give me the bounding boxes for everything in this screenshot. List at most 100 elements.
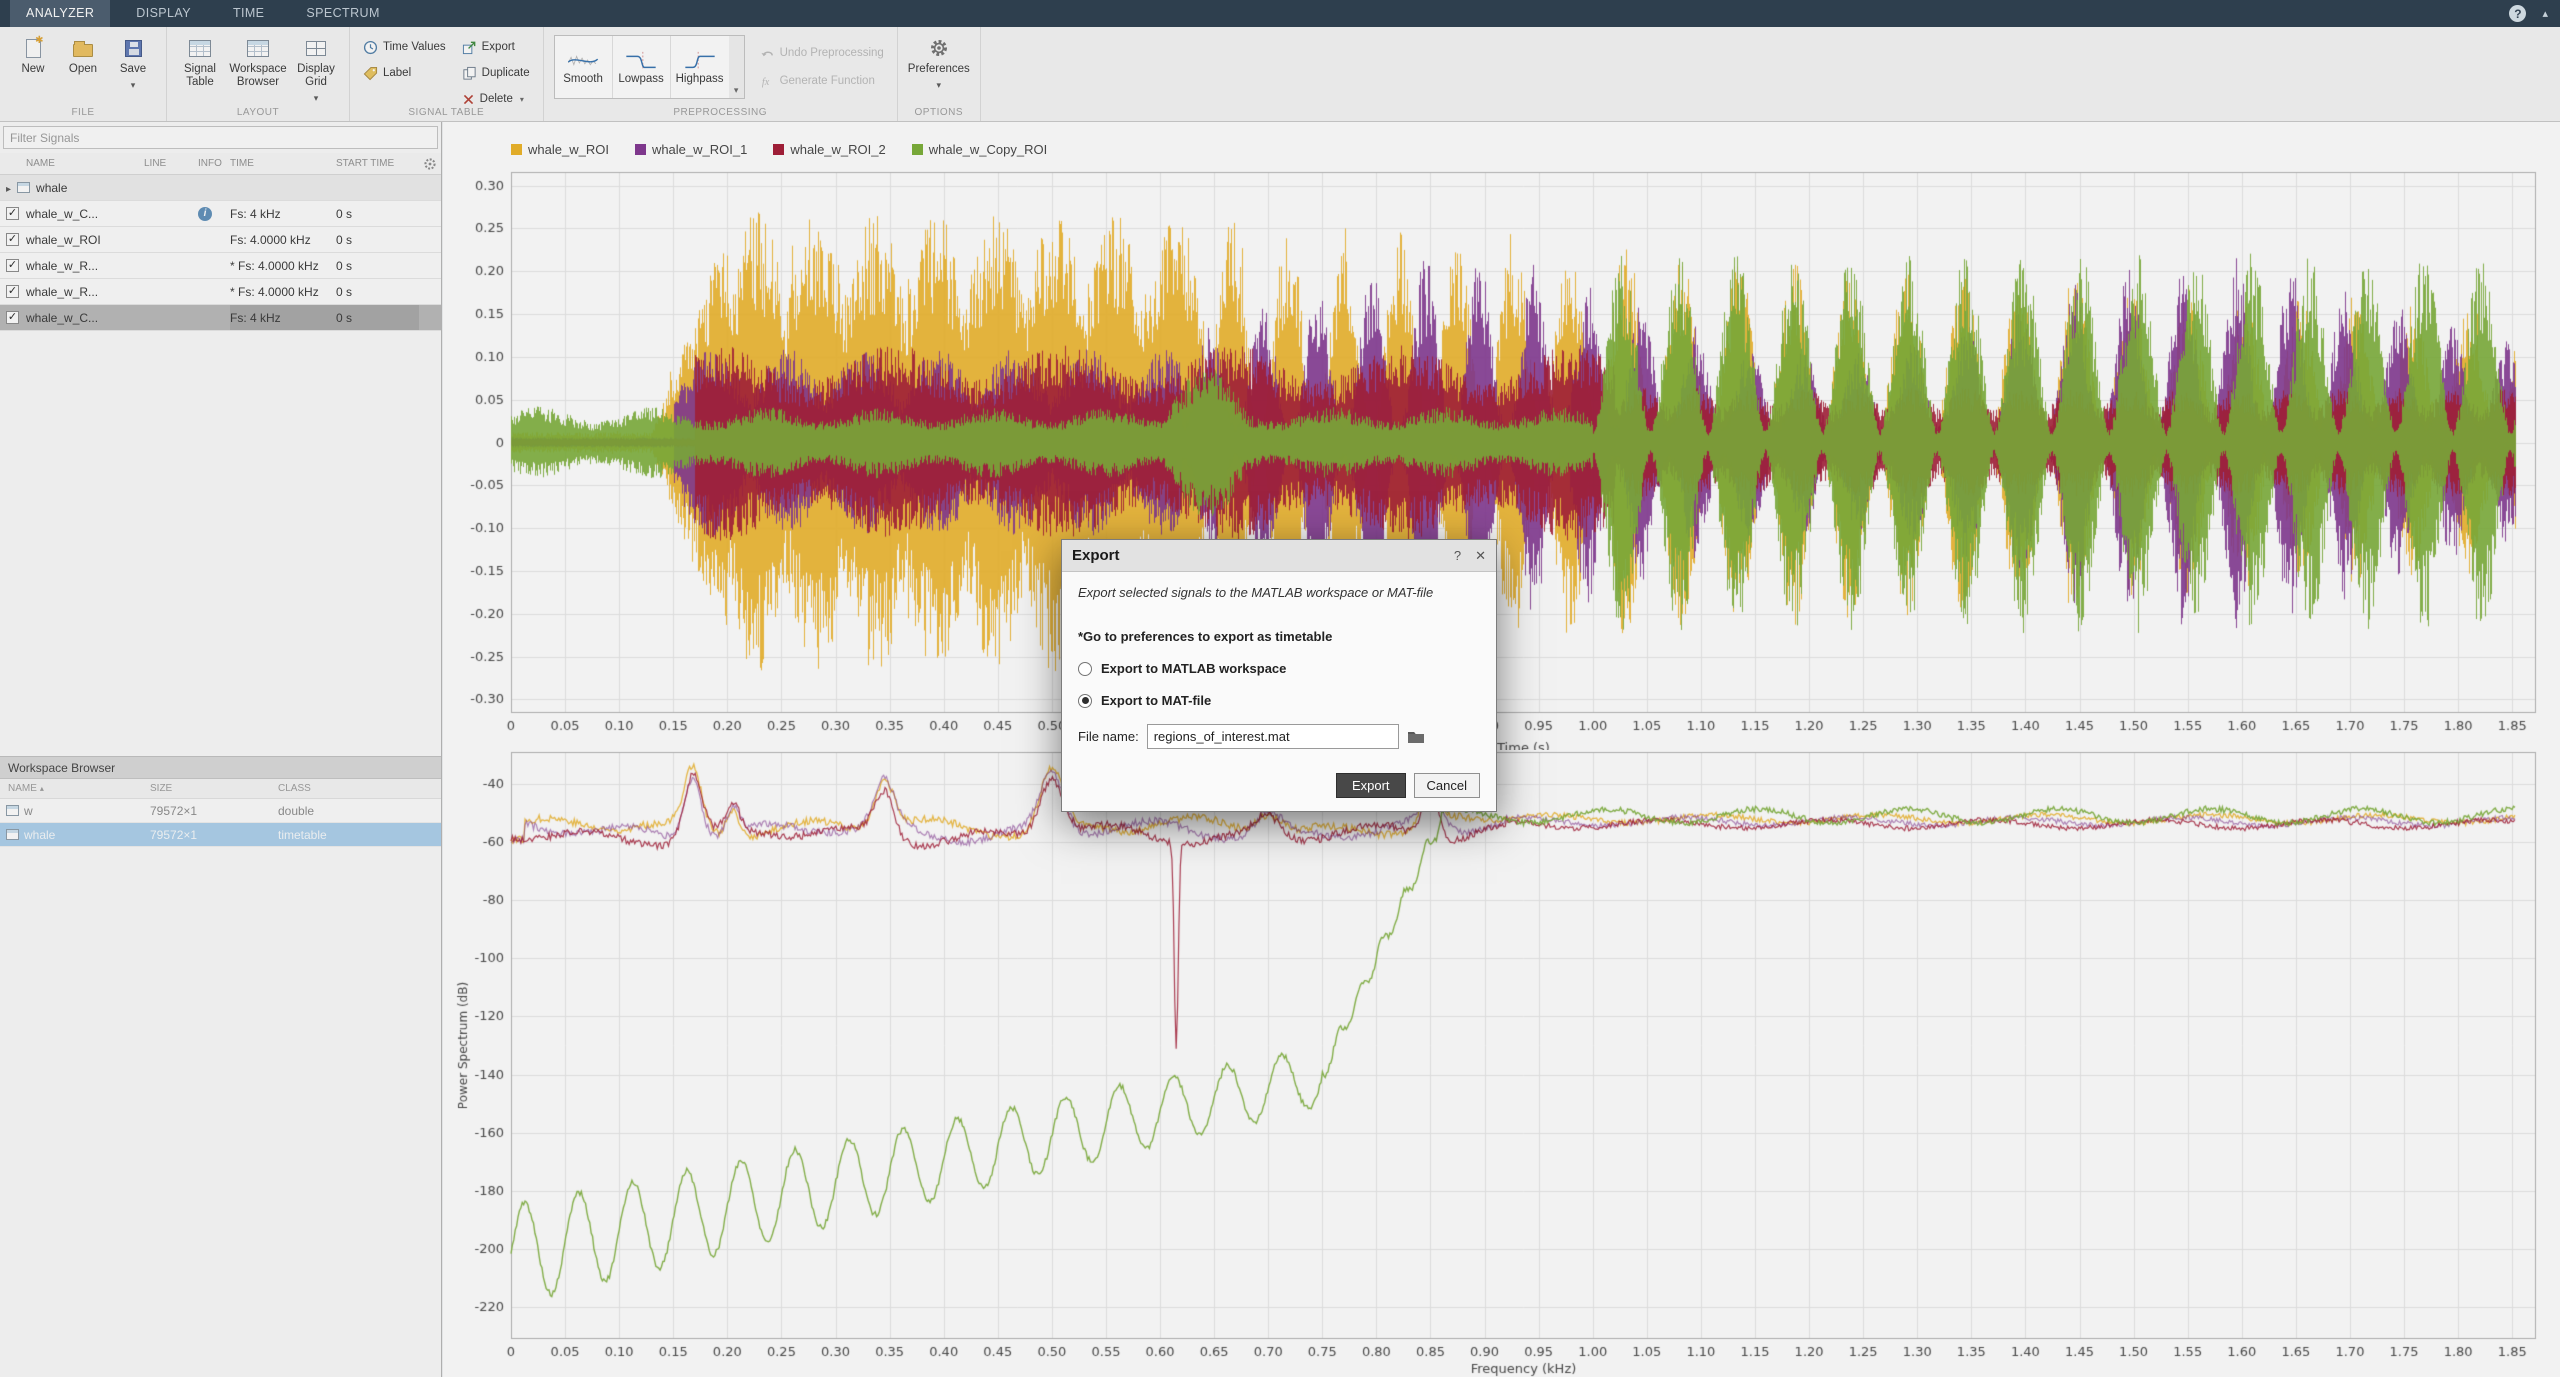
save-dropdown-icon[interactable] <box>131 79 136 91</box>
smooth-icon <box>565 50 601 72</box>
signal-table-button[interactable]: Signal Table <box>177 32 223 89</box>
column-start-time[interactable]: START TIME <box>336 158 419 169</box>
signal-time: * Fs: 4.0000 kHz <box>230 259 336 273</box>
tab-display[interactable]: DISPLAY <box>120 0 207 27</box>
export-dialog-titlebar[interactable]: Export ? ✕ <box>1062 540 1496 572</box>
workspace-browser-title: Workspace Browser <box>0 756 441 779</box>
gallery-dropdown-icon[interactable] <box>729 36 744 98</box>
info-icon[interactable]: i <box>198 207 212 221</box>
toolstrip-collapse-icon[interactable]: ▴ <box>2542 7 2548 20</box>
open-folder-icon <box>73 44 93 57</box>
legend-item[interactable]: whale_w_ROI_2 <box>773 142 885 157</box>
info-cell: i <box>198 207 230 221</box>
signal-checkbox[interactable] <box>6 233 19 246</box>
lowpass-button[interactable]: Lowpass <box>613 36 671 98</box>
workspace-var-class: double <box>278 804 441 818</box>
clock-icon <box>363 40 378 55</box>
display-grid-button[interactable]: Display Grid <box>293 32 339 104</box>
workspace-browser-icon <box>247 40 269 57</box>
open-button[interactable]: Open <box>60 32 106 76</box>
legend-item[interactable]: whale_w_Copy_ROI <box>912 142 1048 157</box>
section-preprocessing: Smooth Lowpass Highpass Undo Preprocessi… <box>544 27 898 121</box>
expander-icon[interactable] <box>6 181 11 195</box>
checkbox-cell <box>0 311 26 324</box>
ws-column-class[interactable]: CLASS <box>278 783 441 794</box>
radio-matfile-icon[interactable] <box>1078 694 1092 708</box>
column-info[interactable]: INFO <box>198 158 230 169</box>
workspace-row[interactable]: whale79572×1timetable <box>0 823 441 847</box>
ws-column-name[interactable]: NAME <box>0 783 150 794</box>
signal-row[interactable]: whale_w_R...* Fs: 4.0000 kHz0 s <box>0 279 441 305</box>
signal-time: Fs: 4 kHz <box>230 207 336 221</box>
save-button[interactable]: Save <box>110 32 156 91</box>
preferences-dropdown-icon[interactable] <box>937 79 942 91</box>
tab-analyzer[interactable]: ANALYZER <box>10 0 110 27</box>
signal-checkbox[interactable] <box>6 207 19 220</box>
workspace-row[interactable]: w79572×1double <box>0 799 441 823</box>
dialog-close-icon[interactable]: ✕ <box>1475 548 1486 564</box>
legend-item[interactable]: whale_w_ROI <box>511 142 609 157</box>
filter-signals-input[interactable] <box>3 126 438 149</box>
legend-swatch <box>635 144 646 155</box>
legend-label: whale_w_ROI <box>528 142 609 157</box>
legend-item[interactable]: whale_w_ROI_1 <box>635 142 747 157</box>
ws-column-size[interactable]: SIZE <box>150 783 278 794</box>
tab-time[interactable]: TIME <box>217 0 280 27</box>
function-icon: fx <box>760 75 775 88</box>
signal-row[interactable]: whale_w_ROIFs: 4.0000 kHz0 s <box>0 227 441 253</box>
legend-label: whale_w_ROI_2 <box>790 142 885 157</box>
label-button[interactable]: Label <box>360 62 449 84</box>
svg-text:fx: fx <box>762 77 770 88</box>
highpass-button[interactable]: Highpass <box>671 36 729 98</box>
generate-function-button: fx Generate Function <box>757 70 887 92</box>
signal-checkbox[interactable] <box>6 285 19 298</box>
display-area: whale_w_ROI whale_w_ROI_1 whale_w_ROI_2 wha… <box>443 122 2560 1377</box>
signal-row[interactable]: whale_w_C...Fs: 4 kHz0 s <box>0 305 441 331</box>
signal-table-header: NAME LINE INFO TIME START TIME <box>0 153 441 175</box>
column-time[interactable]: TIME <box>230 158 336 169</box>
export-button-toolstrip[interactable]: Export <box>459 36 533 58</box>
delete-dropdown-icon[interactable] <box>518 93 524 105</box>
tag-icon <box>363 66 378 81</box>
signal-group-row[interactable]: whale <box>0 175 441 201</box>
gear-icon <box>929 38 949 58</box>
export-dialog: Export ? ✕ Export selected signals to th… <box>1061 539 1497 812</box>
duplicate-button[interactable]: Duplicate <box>459 62 533 84</box>
signal-time: Fs: 4 kHz <box>230 305 336 330</box>
new-button[interactable]: New <box>10 32 56 76</box>
checkbox-cell <box>0 233 26 246</box>
time-values-button[interactable]: Time Values <box>360 36 449 58</box>
column-name[interactable]: NAME <box>26 158 144 169</box>
group-name: whale <box>36 181 67 195</box>
signal-table-body: whalewhale_w_C...iFs: 4 kHz0 swhale_w_RO… <box>0 175 441 331</box>
column-line[interactable]: LINE <box>144 158 198 169</box>
tab-spectrum[interactable]: SPECTRUM <box>290 0 395 27</box>
highpass-icon <box>682 50 718 72</box>
toolstrip-tabbar: ANALYZER DISPLAY TIME SPECTRUM ? ▴ <box>0 0 2560 27</box>
signal-row[interactable]: whale_w_C...iFs: 4 kHz0 s <box>0 201 441 227</box>
display-grid-dropdown-icon[interactable] <box>314 92 319 104</box>
preferences-button[interactable]: Preferences <box>908 32 970 91</box>
signal-row[interactable]: whale_w_R...* Fs: 4.0000 kHz0 s <box>0 253 441 279</box>
undo-icon <box>760 47 775 60</box>
workspace-browser-button[interactable]: Workspace Browser <box>227 32 289 89</box>
signal-checkbox[interactable] <box>6 311 19 324</box>
time-plot-canvas[interactable] <box>443 150 2560 750</box>
signal-checkbox[interactable] <box>6 259 19 272</box>
duplicate-icon <box>462 66 477 81</box>
workspace-header: NAME SIZE CLASS <box>0 779 441 799</box>
spectrum-plot-canvas[interactable] <box>443 750 2560 1377</box>
radio-export-matfile[interactable]: Export to MAT-file <box>1078 693 1480 708</box>
table-settings-icon[interactable] <box>419 157 441 171</box>
signal-start-time: 0 s <box>336 285 419 299</box>
export-icon <box>462 40 477 55</box>
radio-export-workspace[interactable]: Export to MATLAB workspace <box>1078 661 1480 676</box>
help-icon[interactable]: ? <box>2509 5 2526 22</box>
export-button[interactable]: Export <box>1336 773 1406 798</box>
radio-workspace-icon[interactable] <box>1078 662 1092 676</box>
browse-folder-icon[interactable] <box>1407 730 1425 744</box>
file-name-input[interactable] <box>1147 724 1399 749</box>
smooth-button[interactable]: Smooth <box>555 36 613 98</box>
cancel-button[interactable]: Cancel <box>1414 773 1480 798</box>
dialog-help-icon[interactable]: ? <box>1454 548 1461 564</box>
